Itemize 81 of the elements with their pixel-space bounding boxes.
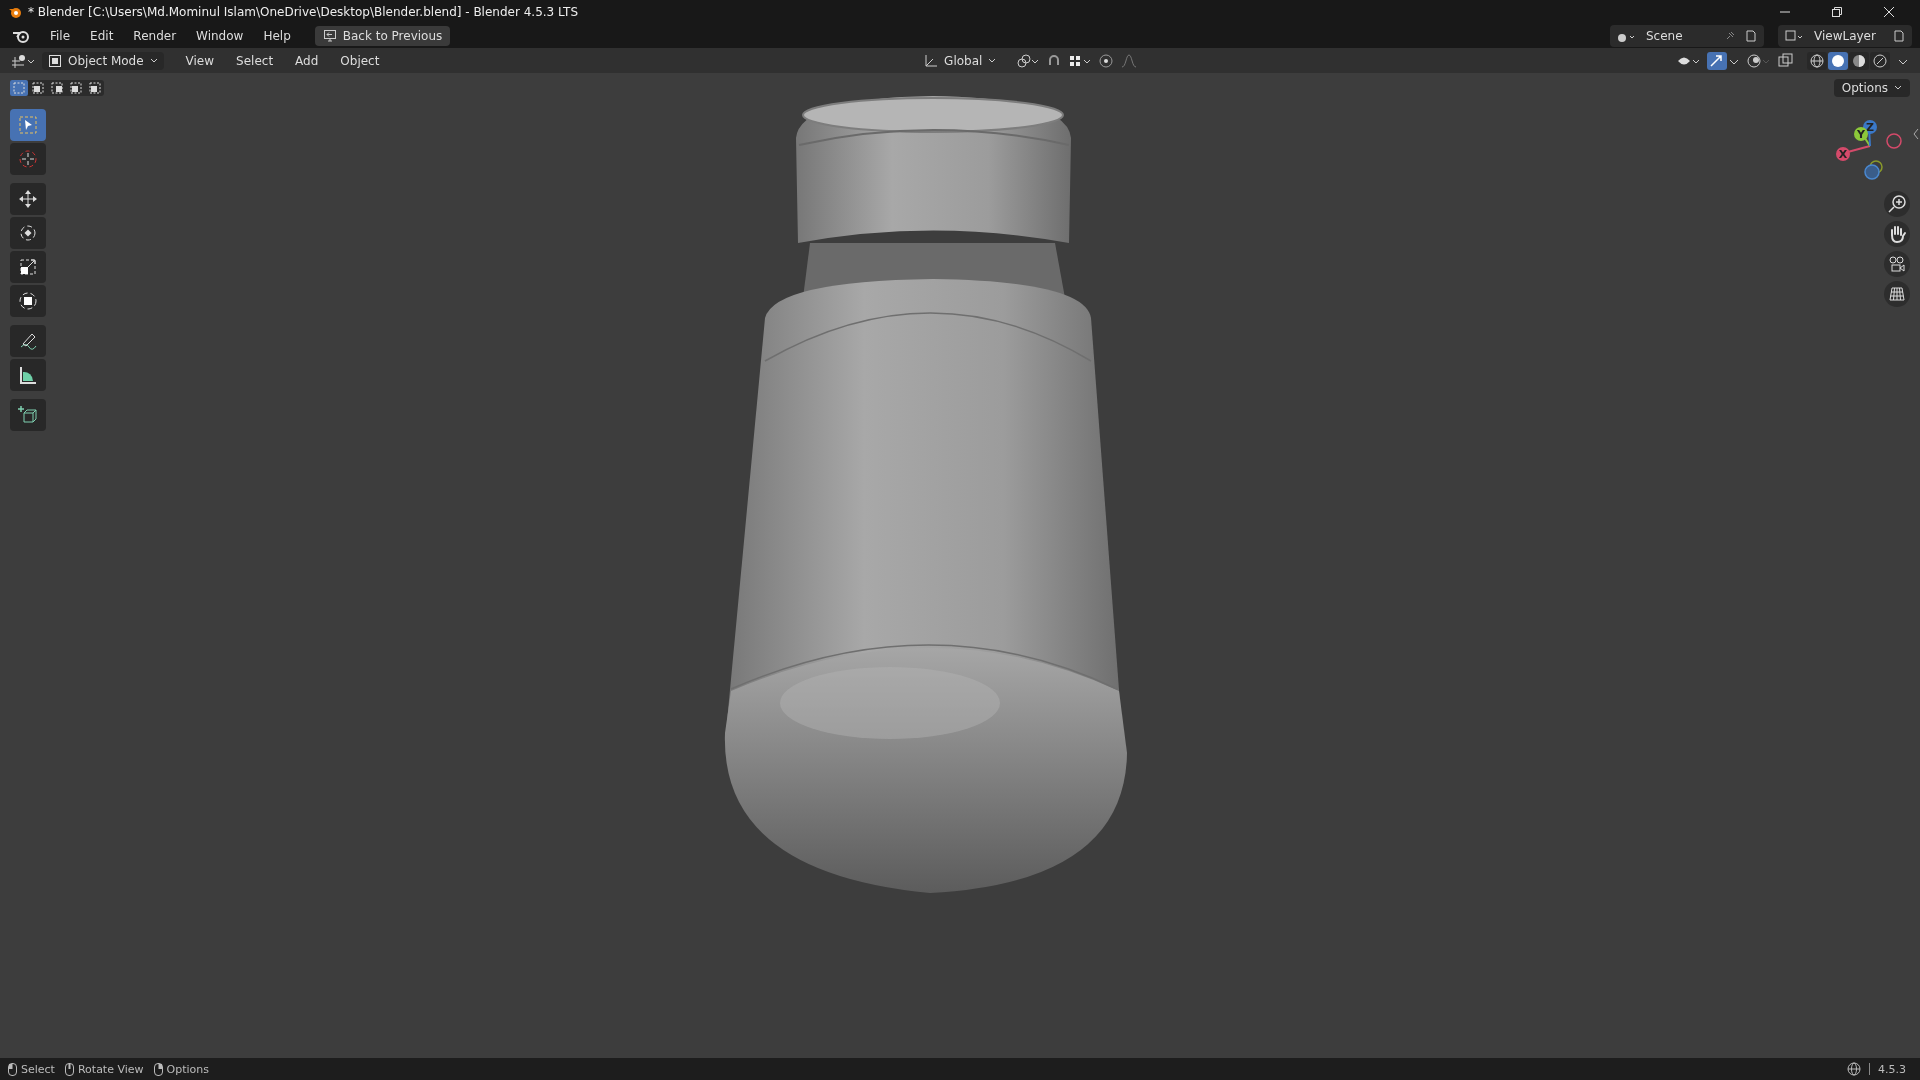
gizmo-toggle-icon[interactable] bbox=[1707, 51, 1727, 70]
menu-item[interactable]: Render bbox=[125, 27, 185, 45]
material-shading-button[interactable] bbox=[1849, 51, 1869, 70]
select-icon bbox=[17, 114, 39, 136]
wireframe-shading-button[interactable] bbox=[1807, 51, 1827, 70]
camera-icon[interactable] bbox=[1884, 251, 1910, 277]
menu-item[interactable]: Object bbox=[332, 51, 388, 70]
version-label: 4.5.3 bbox=[1878, 1062, 1906, 1076]
add-cube-tool-button[interactable] bbox=[10, 399, 46, 431]
proportional-editing-icon[interactable] bbox=[1098, 52, 1115, 69]
caret-icon bbox=[1894, 85, 1902, 91]
editor-type-icon[interactable] bbox=[10, 52, 36, 69]
options-dropdown[interactable]: Options bbox=[1833, 79, 1910, 97]
mouse-icon bbox=[153, 1062, 163, 1076]
scale-tool-button[interactable] bbox=[10, 251, 46, 283]
transform-tool-button[interactable] bbox=[10, 285, 46, 317]
menu-item[interactable]: Window bbox=[188, 27, 252, 45]
selection-mode-button[interactable] bbox=[67, 80, 85, 96]
back-to-previous-button[interactable]: Back to Previous bbox=[314, 26, 451, 46]
new-document-icon bbox=[1744, 29, 1758, 43]
mouse-icon bbox=[8, 1062, 17, 1076]
select-tool-button[interactable] bbox=[10, 109, 46, 141]
menu-item[interactable]: View bbox=[177, 51, 223, 70]
selection-mode-button[interactable] bbox=[48, 80, 66, 96]
blender-logo-icon[interactable] bbox=[12, 29, 30, 43]
status-hint: Options bbox=[166, 1062, 209, 1076]
scene-selector[interactable]: Scene bbox=[1610, 25, 1764, 47]
close-icon[interactable] bbox=[1883, 6, 1895, 18]
menu-item[interactable]: Select bbox=[228, 51, 282, 70]
menu-item[interactable]: File bbox=[42, 27, 79, 45]
status-hint: Rotate View bbox=[77, 1062, 144, 1076]
menu-item[interactable]: Add bbox=[287, 51, 327, 70]
view-layer-selector[interactable]: ViewLayer bbox=[1778, 25, 1912, 47]
measure-icon bbox=[17, 364, 39, 386]
selection-mode-icon bbox=[50, 81, 64, 95]
transform-icon bbox=[17, 290, 39, 312]
measure-tool-button[interactable] bbox=[10, 359, 46, 391]
zoom-icon[interactable] bbox=[1884, 191, 1910, 217]
object-icon bbox=[48, 53, 62, 68]
menu-item[interactable]: Edit bbox=[82, 27, 122, 45]
rendered-sphere-icon bbox=[1873, 53, 1887, 68]
rendered-shading-button[interactable] bbox=[1870, 51, 1890, 70]
add-cube-icon bbox=[17, 404, 39, 426]
pin-icon bbox=[1724, 30, 1736, 42]
blender-logo-icon bbox=[8, 5, 22, 19]
cursor-icon bbox=[17, 148, 39, 170]
grid-icon[interactable] bbox=[1884, 281, 1910, 307]
wireframe-sphere-icon bbox=[1810, 53, 1824, 68]
menu-item[interactable]: Help bbox=[255, 27, 299, 45]
solid-shading-button[interactable] bbox=[1828, 51, 1848, 70]
solid-sphere-icon bbox=[1831, 53, 1845, 68]
hand-icon[interactable] bbox=[1884, 221, 1910, 247]
orientation-dropdown[interactable]: Global bbox=[920, 51, 1001, 70]
mode-dropdown[interactable]: Object Mode bbox=[42, 51, 164, 70]
scale-icon bbox=[17, 256, 39, 278]
caret-icon bbox=[149, 57, 158, 64]
axes-icon bbox=[924, 53, 939, 68]
selection-mode-icon bbox=[12, 81, 26, 95]
rotate-tool-button[interactable] bbox=[10, 217, 46, 249]
pivot-icon[interactable] bbox=[1016, 52, 1041, 69]
new-document-icon bbox=[1892, 29, 1906, 43]
annotate-tool-button[interactable] bbox=[10, 325, 46, 357]
status-hint: Select bbox=[21, 1062, 55, 1076]
back-icon bbox=[322, 30, 337, 42]
selection-mode-button[interactable] bbox=[29, 80, 47, 96]
restore-icon[interactable] bbox=[1831, 6, 1843, 18]
material-sphere-icon bbox=[1852, 53, 1866, 68]
cursor-tool-button[interactable] bbox=[10, 143, 46, 175]
globe-icon bbox=[1847, 1062, 1861, 1076]
move-tool-button[interactable] bbox=[10, 183, 46, 215]
overlays-icon[interactable] bbox=[1747, 52, 1771, 69]
axis-gizmo[interactable]: Z Y X bbox=[1830, 115, 1910, 185]
selection-mode-icon bbox=[69, 81, 83, 95]
xray-icon[interactable] bbox=[1777, 52, 1795, 69]
mouse-icon bbox=[64, 1062, 74, 1076]
move-icon bbox=[17, 188, 39, 210]
caret-icon bbox=[988, 57, 997, 64]
window-title: * Blender [C:\Users\Md.Mominul Islam\OneDrive\Desktop\Blender.blend] - Blender 4.5.3 LTS bbox=[28, 5, 578, 19]
selection-mode-icon bbox=[31, 81, 45, 95]
selection-mode-icon bbox=[88, 81, 102, 95]
selection-mode-button[interactable] bbox=[86, 80, 104, 96]
